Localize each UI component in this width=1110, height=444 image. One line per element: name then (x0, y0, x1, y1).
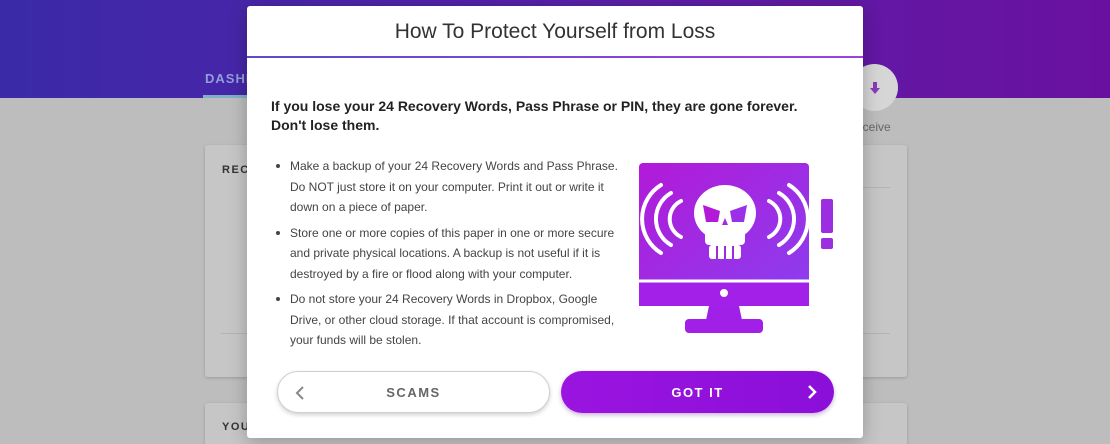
protection-modal: How To Protect Yourself from Loss If you… (247, 6, 863, 438)
bullet-dot (276, 297, 280, 301)
bullet-dot (276, 230, 280, 235)
chevron-left-icon (295, 386, 304, 400)
scams-button[interactable]: SCAMS (277, 371, 550, 413)
modal-title: How To Protect Yourself from Loss (394, 20, 716, 43)
list-item: Do not store your 24 Recovery Words in D… (274, 289, 619, 351)
title-divider (247, 56, 863, 58)
got-it-button-label: GOT IT (671, 384, 724, 400)
list-item: Make a backup of your 24 Recovery Words … (274, 156, 619, 218)
bullet-dot (276, 164, 280, 168)
tip-text: Store one or more copies of this paper i… (290, 225, 615, 281)
list-item: Store one or more copies of this paper i… (274, 223, 619, 285)
chevron-right-icon (808, 385, 817, 399)
got-it-button[interactable]: GOT IT (561, 371, 834, 413)
hacked-computer-icon (639, 163, 833, 333)
scams-button-label: SCAMS (386, 384, 441, 400)
backup-tips-list: Make a backup of your 24 Recovery Words … (274, 156, 619, 356)
loss-warning: If you lose your 24 Recovery Words, Pass… (271, 98, 798, 133)
tip-text: Do not store your 24 Recovery Words in D… (290, 292, 615, 347)
tip-text: Make a backup of your 24 Recovery Words … (290, 159, 618, 214)
